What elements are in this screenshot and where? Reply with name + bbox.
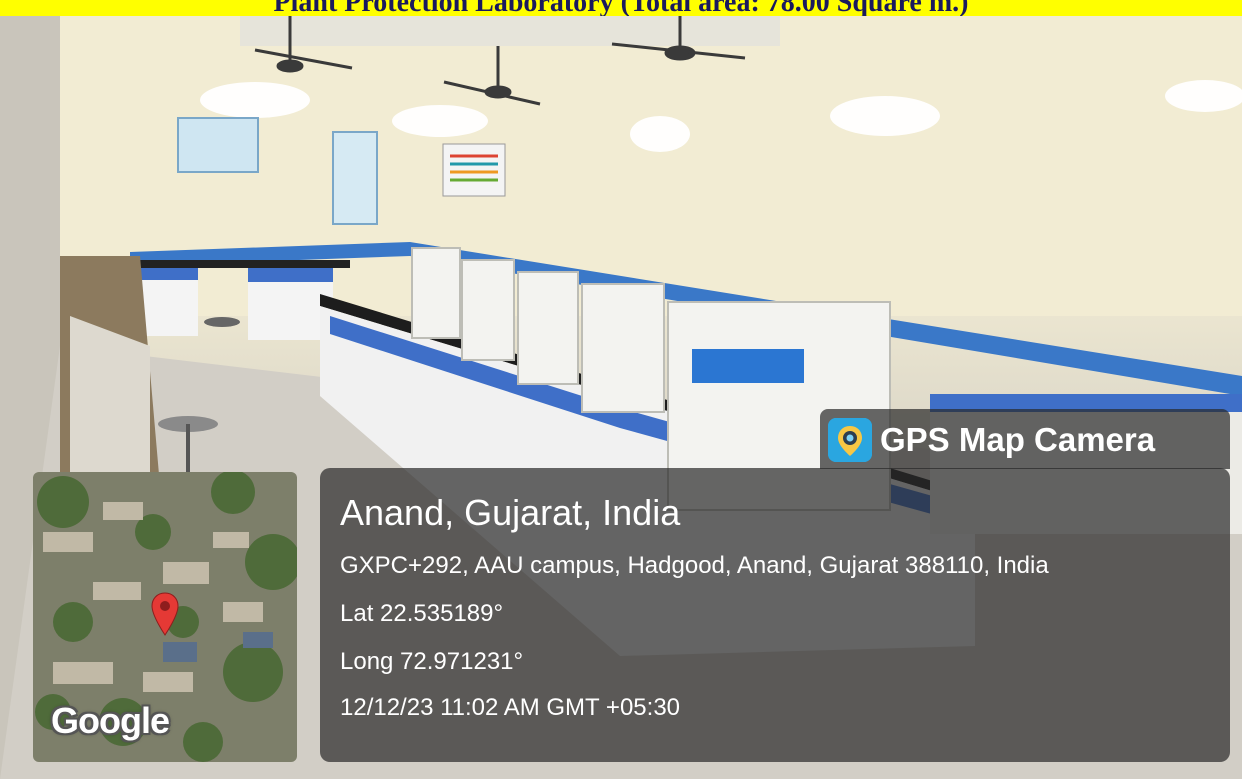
- camera-pin-glyph: [828, 418, 872, 462]
- address-line: GXPC+292, AAU campus, Hadgood, Anand, Gu…: [340, 552, 1049, 579]
- datetime-line: 12/12/23 11:02 AM GMT +05:30: [340, 694, 681, 721]
- map-pin-icon: [151, 592, 179, 636]
- app-name: GPS Map Camera: [880, 421, 1156, 458]
- location-info-panel: Anand, Gujarat, India GXPC+292, AAU camp…: [320, 468, 1230, 762]
- banner-title: Plant Protection Laboratory (Total area:…: [273, 0, 969, 16]
- map-thumbnail: Google: [33, 472, 297, 762]
- gps-map-camera-icon: [828, 418, 872, 462]
- latitude-line: Lat 22.535189°: [340, 600, 504, 627]
- gps-map-camera-badge: GPS Map Camera: [820, 409, 1230, 469]
- screenshot-canvas: Plant Protection Laboratory (Total area:…: [0, 0, 1242, 779]
- google-logo: Google: [51, 700, 170, 741]
- longitude-line: Long 72.971231°: [340, 648, 524, 675]
- title-banner: Plant Protection Laboratory (Total area:…: [0, 0, 1242, 16]
- place-title: Anand, Gujarat, India: [340, 492, 681, 533]
